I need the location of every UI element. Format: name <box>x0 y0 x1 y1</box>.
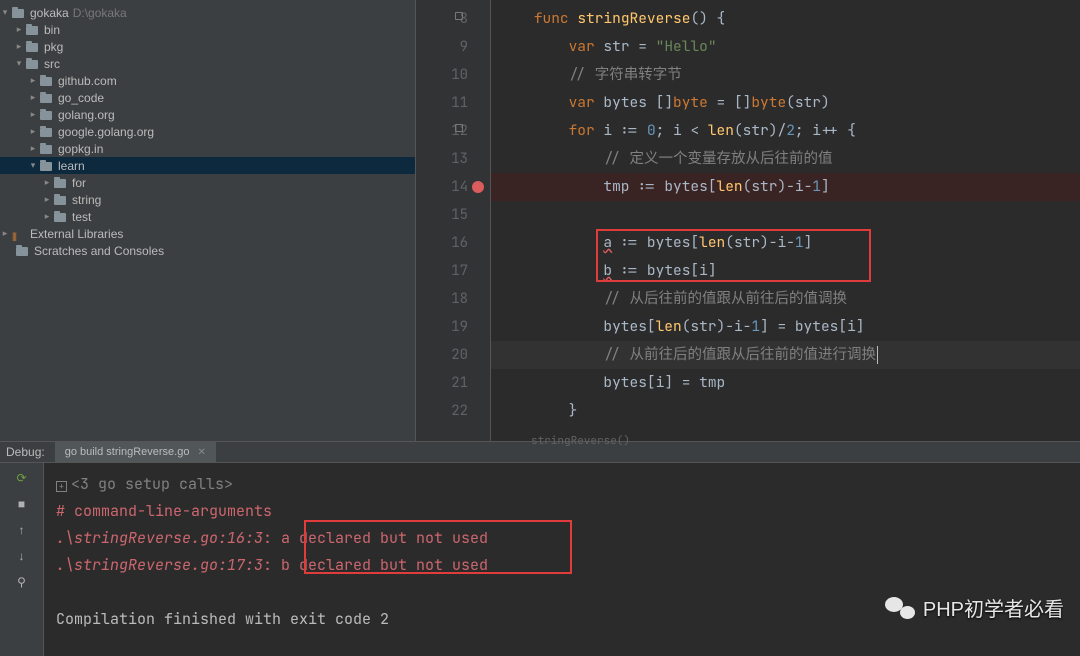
code-line-14[interactable]: tmp := bytes[len(str)-i-1] <box>491 173 1080 201</box>
code-line-22[interactable]: } <box>491 397 1080 425</box>
chevron-icon[interactable]: ▸ <box>28 92 38 103</box>
chevron-icon[interactable]: ▸ <box>42 211 52 222</box>
chevron-icon[interactable]: ▸ <box>28 75 38 86</box>
folder-icon <box>26 58 40 70</box>
folder-icon <box>40 143 54 155</box>
project-name: gokaka <box>30 6 69 20</box>
console-line[interactable]: +<3 go setup calls> <box>56 471 1068 498</box>
folder-icon <box>54 194 68 206</box>
code-line-20[interactable]: // 从前往后的值跟从后往前的值进行调换 <box>491 341 1080 369</box>
chevron-down-icon[interactable]: ▾ <box>0 7 10 18</box>
code-line-16[interactable]: a := bytes[len(str)-i-1] <box>491 229 1080 257</box>
chevron-icon[interactable]: ▸ <box>28 109 38 120</box>
tree-item-google-golang-org[interactable]: ▸google.golang.org <box>0 123 415 140</box>
tree-item-github-com[interactable]: ▸github.com <box>0 72 415 89</box>
tree-item-gopkg-in[interactable]: ▸gopkg.in <box>0 140 415 157</box>
tree-item-bin[interactable]: ▸bin <box>0 21 415 38</box>
folder-icon <box>26 41 40 53</box>
code-line-9[interactable]: var str = "Hello" <box>491 33 1080 61</box>
tree-item-test[interactable]: ▸test <box>0 208 415 225</box>
chevron-icon[interactable]: ▾ <box>14 58 24 69</box>
down-icon[interactable]: ↓ <box>13 547 31 565</box>
chevron-icon[interactable]: ▸ <box>14 24 24 35</box>
code-line-18[interactable]: // 从后往前的值跟从前往后的值调换 <box>491 285 1080 313</box>
code-line-21[interactable]: bytes[i] = tmp <box>491 369 1080 397</box>
rerun-icon[interactable]: ⟳ <box>13 469 31 487</box>
close-icon[interactable]: ✕ <box>197 447 205 458</box>
up-icon[interactable]: ↑ <box>13 521 31 539</box>
folder-icon <box>40 126 54 138</box>
code-line-15[interactable] <box>491 201 1080 229</box>
folder-icon <box>26 24 40 36</box>
tree-item-golang-org[interactable]: ▸golang.org <box>0 106 415 123</box>
code-line-11[interactable]: var bytes []byte = []byte(str) <box>491 89 1080 117</box>
code-area[interactable]: func stringReverse() { var str = "Hello"… <box>491 0 1080 441</box>
folder-icon <box>54 211 68 223</box>
code-line-12[interactable]: for i := 0; i < len(str)/2; i++ { <box>491 117 1080 145</box>
debug-tab-label: go build stringReverse.go <box>65 446 190 458</box>
watermark: PHP初学者必看 <box>885 593 1064 622</box>
chevron-icon[interactable]: ▸ <box>28 126 38 137</box>
tree-item-for[interactable]: ▸for <box>0 174 415 191</box>
code-line-13[interactable]: // 定义一个变量存放从后往前的值 <box>491 145 1080 173</box>
folder-icon <box>40 160 54 172</box>
folder-icon <box>40 75 54 87</box>
stop-icon[interactable]: ■ <box>13 495 31 513</box>
inlay-hint: stringReverse() <box>491 427 1080 455</box>
external-libraries[interactable]: ▸ External Libraries <box>0 225 415 242</box>
folder-icon <box>40 92 54 104</box>
fold-icon[interactable] <box>454 123 464 133</box>
fold-icon[interactable] <box>454 11 464 21</box>
chevron-icon[interactable]: ▸ <box>28 143 38 154</box>
tree-item-pkg[interactable]: ▸pkg <box>0 38 415 55</box>
chevron-icon[interactable]: ▾ <box>28 160 38 171</box>
breakpoint-icon[interactable] <box>472 181 484 193</box>
wechat-icon <box>885 595 915 621</box>
library-icon <box>12 228 26 240</box>
tree-item-string[interactable]: ▸string <box>0 191 415 208</box>
chevron-icon[interactable]: ▸ <box>14 41 24 52</box>
tree-root-container: ▾ gokaka D:\gokaka ▸bin▸pkg▾src▸github.c… <box>0 0 415 263</box>
tree-item-go_code[interactable]: ▸go_code <box>0 89 415 106</box>
expand-icon[interactable]: + <box>56 481 67 492</box>
tree-root[interactable]: ▾ gokaka D:\gokaka <box>0 4 415 21</box>
console-line[interactable]: .\stringReverse.go:16:3: a declared but … <box>56 525 1068 552</box>
tree-item-src[interactable]: ▾src <box>0 55 415 72</box>
folder-icon <box>12 7 26 19</box>
gutter[interactable]: 8910111213141516171819202122 <box>416 0 491 441</box>
console-line[interactable]: # command-line-arguments <box>56 498 1068 525</box>
project-path: D:\gokaka <box>73 6 127 20</box>
folder-icon <box>40 109 54 121</box>
debug-tab[interactable]: go build stringReverse.go ✕ <box>55 442 216 462</box>
chevron-right-icon[interactable]: ▸ <box>0 228 10 239</box>
scratches-consoles[interactable]: Scratches and Consoles <box>0 242 415 259</box>
debug-toolbar: ⟳ ■ ↑ ↓ ⚲ <box>0 463 44 656</box>
chevron-icon[interactable]: ▸ <box>42 177 52 188</box>
chevron-icon[interactable]: ▸ <box>42 194 52 205</box>
debug-console[interactable]: +<3 go setup calls># command-line-argume… <box>44 463 1080 656</box>
code-line-8[interactable]: func stringReverse() { <box>491 5 1080 33</box>
pin-icon[interactable]: ⚲ <box>13 573 31 591</box>
code-line-17[interactable]: b := bytes[i] <box>491 257 1080 285</box>
code-editor[interactable]: 8910111213141516171819202122 func string… <box>416 0 1080 441</box>
console-line[interactable]: .\stringReverse.go:17:3: b declared but … <box>56 552 1068 579</box>
code-line-19[interactable]: bytes[len(str)-i-1] = bytes[i] <box>491 313 1080 341</box>
code-line-10[interactable]: // 字符串转字节 <box>491 61 1080 89</box>
project-tree[interactable]: ▾ gokaka D:\gokaka ▸bin▸pkg▾src▸github.c… <box>0 0 416 441</box>
folder-icon <box>54 177 68 189</box>
folder-icon <box>16 245 30 257</box>
tree-item-learn[interactable]: ▾learn <box>0 157 415 174</box>
watermark-text: PHP初学者必看 <box>923 593 1064 622</box>
debug-label: Debug: <box>6 445 45 459</box>
